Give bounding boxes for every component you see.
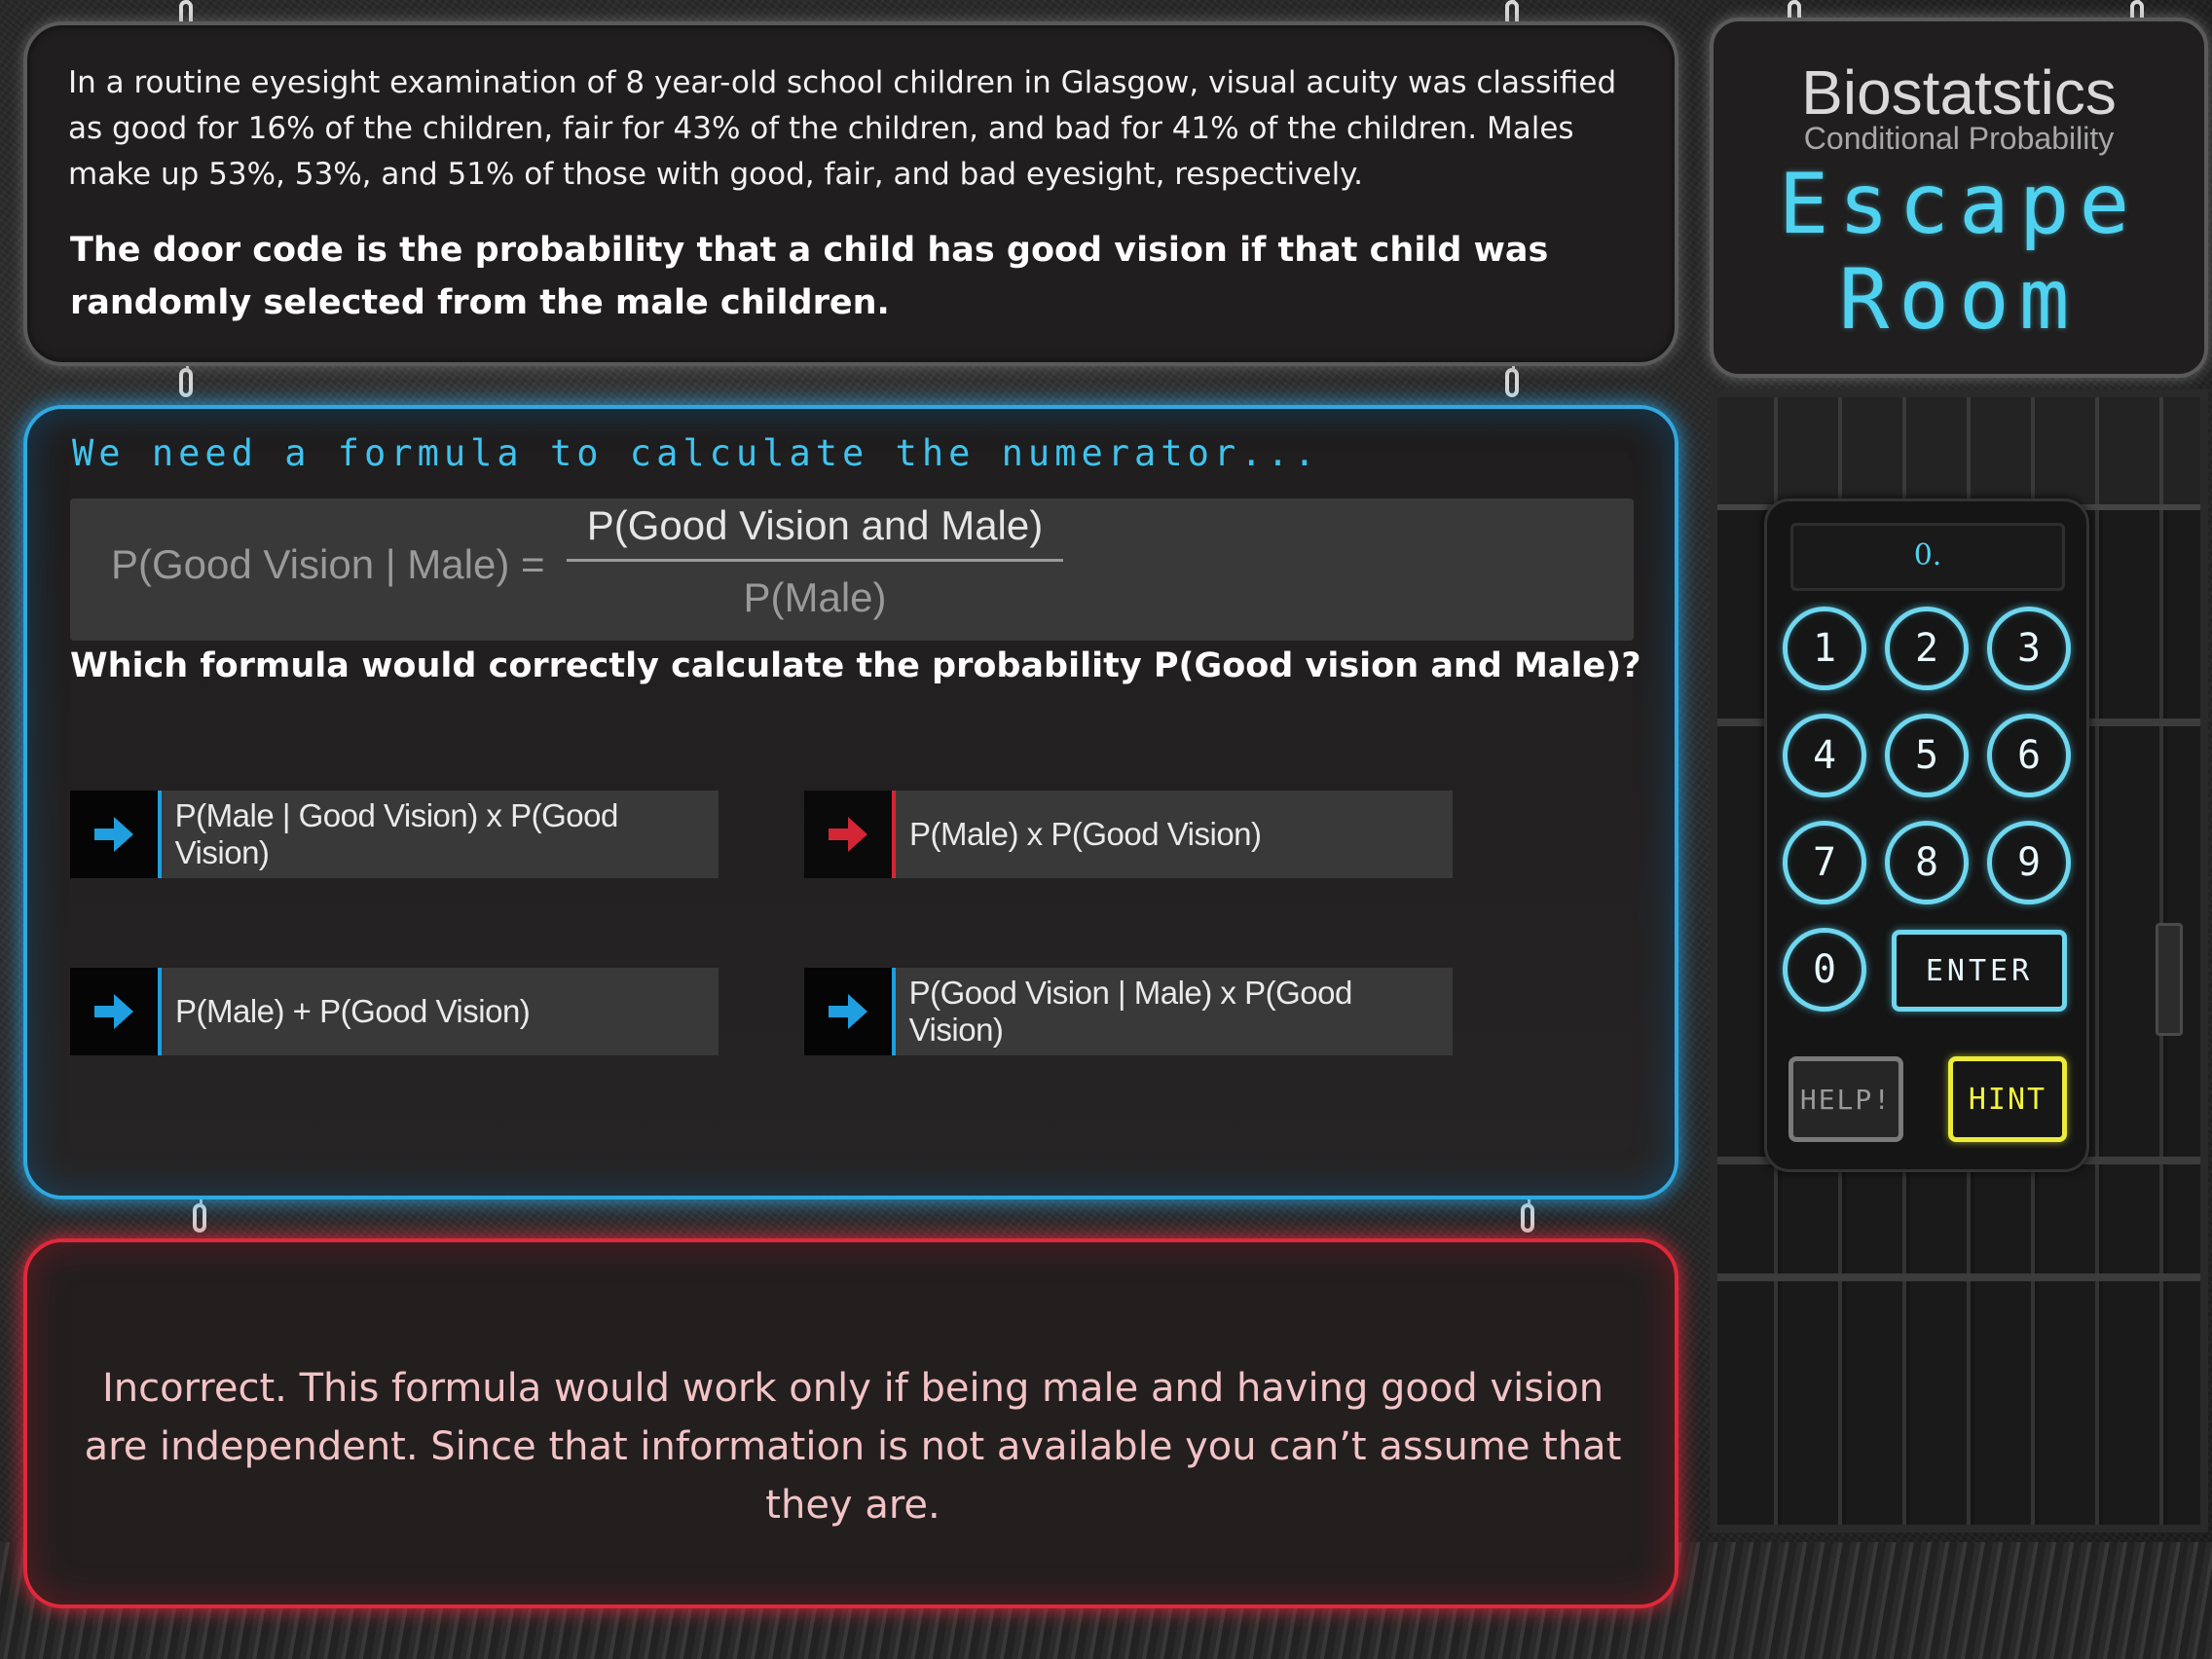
- formula-lhs: P(Good Vision | Male) =: [111, 541, 545, 587]
- key-0[interactable]: 0: [1783, 928, 1866, 1012]
- arrow-right-icon: [804, 968, 896, 1055]
- option-2[interactable]: P(Male) x P(Good Vision): [804, 791, 1453, 878]
- hanger-hook: [179, 343, 193, 397]
- option-1[interactable]: P(Male | Good Vision) x P(Good Vision): [70, 791, 719, 878]
- door-handle: [2156, 923, 2183, 1036]
- help-button[interactable]: HELP!: [1788, 1056, 1903, 1142]
- enter-button[interactable]: ENTER: [1892, 930, 2067, 1012]
- formula-numerator: P(Good Vision and Male): [586, 502, 1044, 548]
- problem-text: In a routine eyesight examination of 8 y…: [68, 65, 1617, 192]
- question-panel: We need a formula to calculate the numer…: [23, 405, 1678, 1199]
- option-label: P(Good Vision | Male) x P(Good Vision): [908, 975, 1353, 1048]
- question-prompt: Which formula would correctly calculate …: [70, 646, 1641, 685]
- hanger-hook: [1521, 1178, 1534, 1233]
- option-3[interactable]: P(Male) + P(Good Vision): [70, 968, 719, 1055]
- hint-button[interactable]: HINT: [1948, 1056, 2067, 1142]
- feedback-panel: Incorrect. This formula would work only …: [23, 1238, 1678, 1608]
- arrow-right-icon: [70, 968, 162, 1055]
- hanger-hook: [1505, 343, 1519, 397]
- key-9[interactable]: 9: [1987, 821, 2071, 904]
- key-6[interactable]: 6: [1987, 714, 2071, 797]
- title-course: Biostatstics: [1801, 57, 2117, 128]
- fraction-bar: [567, 559, 1063, 562]
- arrow-right-icon: [804, 791, 896, 878]
- option-label: P(Male | Good Vision) x P(Good Vision): [174, 797, 619, 870]
- option-label: P(Male) x P(Good Vision): [909, 816, 1262, 852]
- hanger-hook: [193, 1178, 206, 1233]
- feedback-text: Incorrect. This formula would work only …: [84, 1366, 1622, 1528]
- option-4[interactable]: P(Good Vision | Male) x P(Good Vision): [804, 968, 1453, 1055]
- key-5[interactable]: 5: [1885, 714, 1969, 797]
- key-2[interactable]: 2: [1885, 607, 1969, 690]
- title-topic: Conditional Probability: [1803, 121, 2115, 156]
- formula-box: P(Good Vision | Male) = P(Good Vision an…: [70, 498, 1634, 641]
- keypad: 0. 1 2 3 4 5 6 7 8 9 0 ENTER HELP! HINT: [1764, 498, 2089, 1172]
- key-3[interactable]: 3: [1987, 607, 2071, 690]
- title-panel: Biostatstics Conditional Probability Esc…: [1710, 18, 2208, 378]
- key-4[interactable]: 4: [1783, 714, 1866, 797]
- key-1[interactable]: 1: [1783, 607, 1866, 690]
- title-room: Room: [1838, 251, 2080, 349]
- arrow-right-icon: [70, 791, 162, 878]
- option-label: P(Male) + P(Good Vision): [175, 993, 531, 1029]
- door-code-instruction: The door code is the probability that a …: [70, 231, 1549, 322]
- key-7[interactable]: 7: [1783, 821, 1866, 904]
- problem-panel: In a routine eyesight examination of 8 y…: [23, 21, 1678, 366]
- formula-denominator: P(Male): [743, 574, 887, 620]
- key-8[interactable]: 8: [1885, 821, 1969, 904]
- question-heading: We need a formula to calculate the numer…: [72, 432, 1320, 474]
- code-display: 0.: [1790, 523, 2065, 591]
- title-escape: Escape: [1778, 156, 2140, 253]
- door-rail: [1717, 1273, 2200, 1281]
